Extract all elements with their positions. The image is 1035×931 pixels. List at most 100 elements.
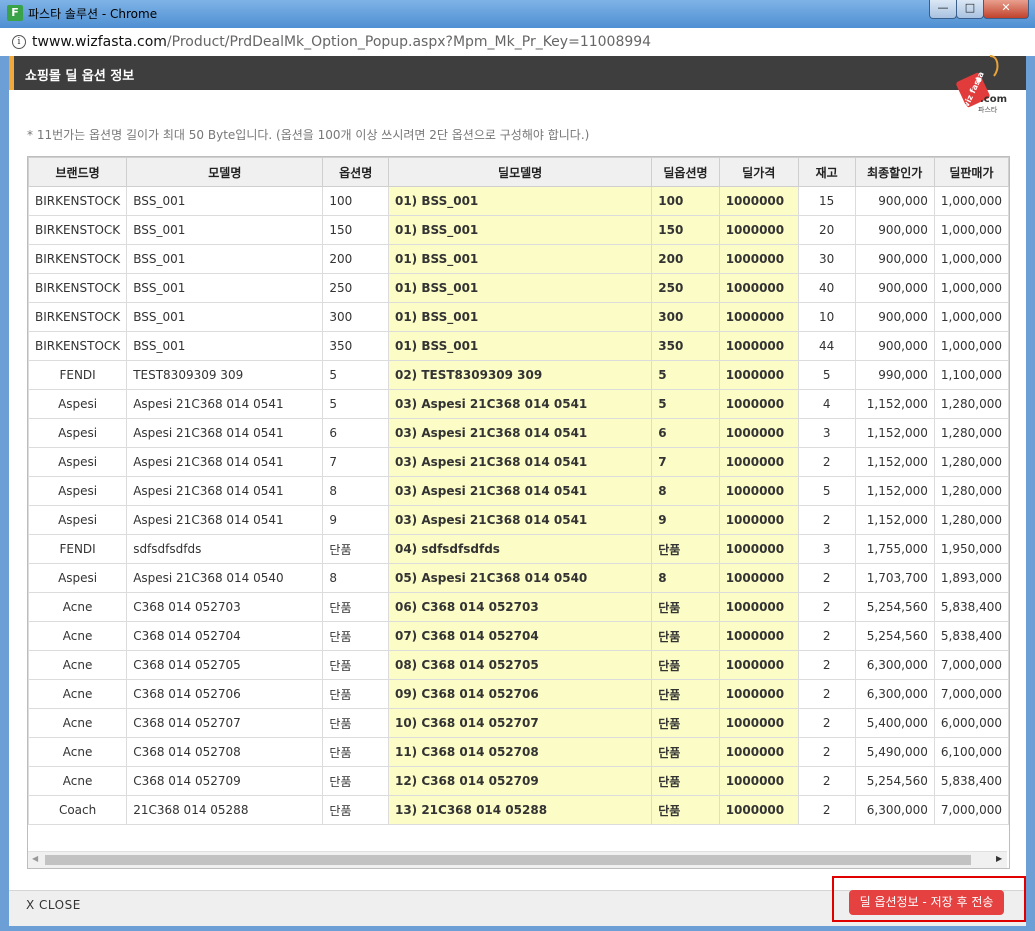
column-header-final-discount-price[interactable]: 최종할인가 (854, 157, 935, 187)
window-frame-right (1026, 56, 1035, 931)
column-header-deal-price[interactable]: 딜가격 (718, 157, 799, 187)
horizontal-scrollbar[interactable]: ◀ ▶ (28, 851, 1007, 868)
cell-deal-sale-price: 1,100,000 (933, 360, 1009, 390)
cell-deal-option: 단품 (651, 650, 720, 680)
cell-deal-model: 03) Aspesi 21C368 014 0541 (387, 418, 653, 448)
cell-stock: 2 (797, 708, 856, 738)
cell-deal-option: 단품 (651, 766, 720, 796)
cell-stock: 10 (797, 302, 856, 332)
cell-option: 7 (322, 447, 389, 477)
table-row[interactable]: Acne C368 014 052705 단품 08) C368 014 052705… (28, 650, 1009, 680)
cell-final-discount-price: 5,254,560 (854, 621, 935, 651)
column-header-deal-model[interactable]: 딜모델명 (387, 157, 653, 187)
cell-stock: 2 (797, 621, 856, 651)
cell-option: 단품 (322, 708, 389, 738)
cell-deal-model: 01) BSS_001 (387, 273, 653, 303)
address-bar[interactable]: i twww.wizfasta.com/Product/PrdDealMk_Op… (0, 28, 1035, 57)
window-close-button[interactable]: ✕ (983, 0, 1029, 19)
table-row[interactable]: Acne C368 014 052706 단품 09) C368 014 052706… (28, 679, 1009, 709)
cell-option: 150 (322, 215, 389, 245)
minimize-button[interactable]: — (929, 0, 957, 19)
url-domain: twww.wizfasta.com (32, 34, 167, 50)
cell-deal-price: 1000000 (718, 505, 799, 535)
column-header-deal-option[interactable]: 딜옵션명 (651, 157, 720, 187)
cell-deal-sale-price: 5,838,400 (933, 592, 1009, 622)
scrollbar-thumb[interactable] (45, 855, 971, 865)
cell-final-discount-price: 6,300,000 (854, 795, 935, 825)
column-header-option[interactable]: 옵션명 (322, 157, 389, 187)
cell-stock: 15 (797, 186, 856, 216)
table-body: BIRKENSTOCK BSS_001 100 01) BSS_001 100 10000… (28, 186, 1009, 825)
table-row[interactable]: BIRKENSTOCK BSS_001 300 01) BSS_001 300 10000… (28, 302, 1009, 332)
table-row[interactable]: FENDI TEST8309309 309 5 02) TEST8309309 309… (28, 360, 1009, 390)
table-row[interactable]: Aspesi Aspesi 21C368 014 0541 6 03) Aspesi … (28, 418, 1009, 448)
cell-option: 6 (322, 418, 389, 448)
table-row[interactable]: Coach 21C368 014 05288 단품 13) 21C368 014 05… (28, 795, 1009, 825)
cell-model: Aspesi 21C368 014 0541 (126, 447, 324, 477)
close-button[interactable]: X CLOSE (26, 898, 81, 912)
table-row[interactable]: Aspesi Aspesi 21C368 014 0540 8 05) Aspesi … (28, 563, 1009, 593)
table-row[interactable]: Acne C368 014 052708 단품 11) C368 014 052708… (28, 737, 1009, 767)
cell-deal-model: 02) TEST8309309 309 (387, 360, 653, 390)
cell-deal-price: 1000000 (718, 215, 799, 245)
cell-final-discount-price: 5,254,560 (854, 766, 935, 796)
cell-deal-model: 11) C368 014 052708 (387, 737, 653, 767)
cell-deal-option: 350 (651, 331, 720, 361)
cell-stock: 2 (797, 563, 856, 593)
save-and-send-button[interactable]: 딜 옵션정보 - 저장 후 전송 (849, 890, 1004, 915)
table-row[interactable]: Acne C368 014 052704 단품 07) C368 014 052704… (28, 621, 1009, 651)
cell-final-discount-price: 1,703,700 (854, 563, 935, 593)
maximize-button[interactable]: □ (956, 0, 984, 19)
cell-option: 단품 (322, 737, 389, 767)
cell-stock: 20 (797, 215, 856, 245)
cell-final-discount-price: 5,400,000 (854, 708, 935, 738)
column-header-deal-sale-price[interactable]: 딜판매가 (933, 157, 1009, 187)
cell-deal-price: 1000000 (718, 447, 799, 477)
info-icon[interactable]: i (12, 35, 26, 49)
cell-deal-price: 1000000 (718, 766, 799, 796)
cell-stock: 40 (797, 273, 856, 303)
cell-model: TEST8309309 309 (126, 360, 324, 390)
app-icon: F (7, 5, 23, 21)
cell-deal-price: 1000000 (718, 563, 799, 593)
table-row[interactable]: Aspesi Aspesi 21C368 014 0541 9 03) Aspesi … (28, 505, 1009, 535)
cell-deal-option: 단품 (651, 795, 720, 825)
cell-deal-price: 1000000 (718, 737, 799, 767)
cell-stock: 5 (797, 360, 856, 390)
cell-deal-price: 1000000 (718, 186, 799, 216)
option-table: 브랜드명 모델명 옵션명 딜모델명 딜옵션명 딜가격 재고 최종할인가 딜판매가 BIRKENS… (28, 157, 1009, 825)
column-header-stock[interactable]: 재고 (797, 157, 856, 187)
scroll-right-icon[interactable]: ▶ (996, 854, 1002, 863)
column-header-brand[interactable]: 브랜드명 (28, 157, 128, 187)
table-row[interactable]: BIRKENSTOCK BSS_001 150 01) BSS_001 150 10000… (28, 215, 1009, 245)
table-row[interactable]: BIRKENSTOCK BSS_001 350 01) BSS_001 350 10000… (28, 331, 1009, 361)
cell-model: Aspesi 21C368 014 0540 (126, 563, 324, 593)
table-row[interactable]: BIRKENSTOCK BSS_001 200 01) BSS_001 200 10000… (28, 244, 1009, 274)
cell-final-discount-price: 6,300,000 (854, 650, 935, 680)
cell-option: 100 (322, 186, 389, 216)
cell-final-discount-price: 900,000 (854, 244, 935, 274)
cell-model: C368 014 052707 (126, 708, 324, 738)
table-row[interactable]: Acne C368 014 052707 단품 10) C368 014 052707… (28, 708, 1009, 738)
table-row[interactable]: Acne C368 014 052709 단품 12) C368 014 052709… (28, 766, 1009, 796)
cell-deal-sale-price: 6,100,000 (933, 737, 1009, 767)
cell-deal-sale-price: 1,000,000 (933, 244, 1009, 274)
cell-deal-price: 1000000 (718, 273, 799, 303)
url-text[interactable]: twww.wizfasta.com/Product/PrdDealMk_Opti… (32, 34, 651, 50)
table-row[interactable]: Aspesi Aspesi 21C368 014 0541 7 03) Aspesi … (28, 447, 1009, 477)
table-row[interactable]: Aspesi Aspesi 21C368 014 0541 5 03) Aspesi … (28, 389, 1009, 419)
cell-final-discount-price: 1,152,000 (854, 505, 935, 535)
table-row[interactable]: FENDI sdfsdfsdfds 단품 04) sdfsdfsdfds 단품 10000… (28, 534, 1009, 564)
table-row[interactable]: Acne C368 014 052703 단품 06) C368 014 052703… (28, 592, 1009, 622)
cell-deal-sale-price: 1,280,000 (933, 476, 1009, 506)
cell-deal-sale-price: 1,280,000 (933, 389, 1009, 419)
cell-stock: 2 (797, 679, 856, 709)
column-header-model[interactable]: 모델명 (126, 157, 324, 187)
table-row[interactable]: BIRKENSTOCK BSS_001 100 01) BSS_001 100 10000… (28, 186, 1009, 216)
cell-stock: 5 (797, 476, 856, 506)
cell-deal-model: 05) Aspesi 21C368 014 0540 (387, 563, 653, 593)
scroll-left-icon[interactable]: ◀ (32, 854, 38, 863)
table-row[interactable]: Aspesi Aspesi 21C368 014 0541 8 03) Aspesi … (28, 476, 1009, 506)
table-row[interactable]: BIRKENSTOCK BSS_001 250 01) BSS_001 250 10000… (28, 273, 1009, 303)
cell-deal-price: 1000000 (718, 708, 799, 738)
